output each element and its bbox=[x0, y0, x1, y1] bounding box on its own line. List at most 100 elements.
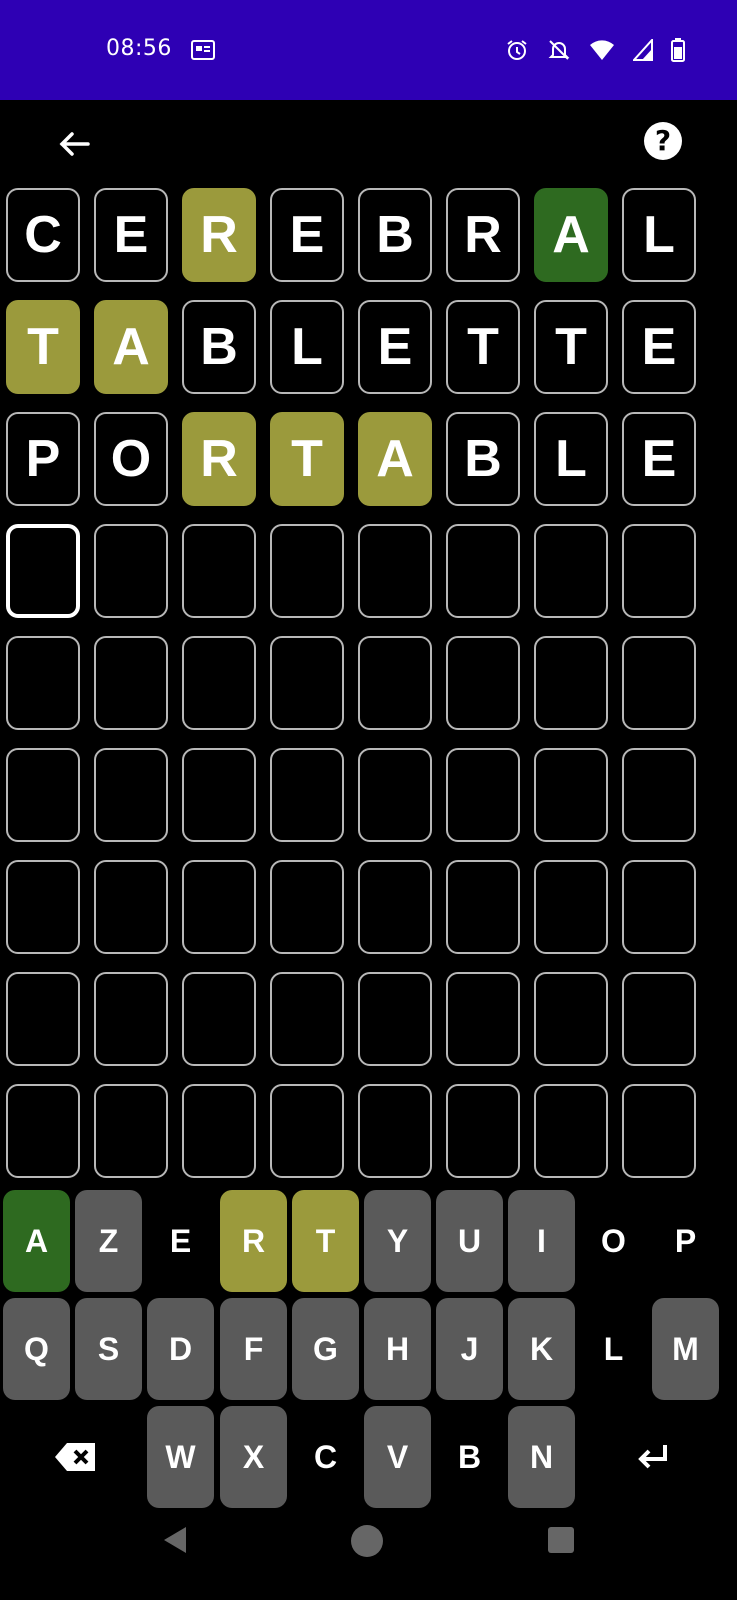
letter-tile: T bbox=[534, 300, 608, 394]
letter-tile bbox=[270, 972, 344, 1066]
letter-tile bbox=[358, 524, 432, 618]
key-y[interactable]: Y bbox=[364, 1190, 431, 1292]
letter-tile bbox=[446, 860, 520, 954]
letter-tile bbox=[182, 748, 256, 842]
letter-tile bbox=[446, 972, 520, 1066]
letter-tile: C bbox=[6, 188, 80, 282]
backspace-icon bbox=[55, 1443, 95, 1471]
letter-tile: T bbox=[6, 300, 80, 394]
key-j[interactable]: J bbox=[436, 1298, 503, 1400]
alarm-icon bbox=[507, 40, 527, 60]
board-row bbox=[6, 860, 696, 956]
letter-tile bbox=[6, 524, 80, 618]
letter-tile: E bbox=[270, 188, 344, 282]
letter-tile bbox=[358, 860, 432, 954]
letter-tile: E bbox=[622, 412, 696, 506]
board-row bbox=[6, 524, 696, 620]
letter-tile: A bbox=[534, 188, 608, 282]
key-z[interactable]: Z bbox=[75, 1190, 142, 1292]
key-x[interactable]: X bbox=[220, 1406, 287, 1508]
letter-tile bbox=[622, 748, 696, 842]
letter-tile bbox=[270, 860, 344, 954]
letter-tile: L bbox=[534, 412, 608, 506]
letter-tile: B bbox=[358, 188, 432, 282]
wifi-icon bbox=[590, 40, 614, 60]
board-row bbox=[6, 748, 696, 844]
key-g[interactable]: G bbox=[292, 1298, 359, 1400]
letter-tile bbox=[358, 636, 432, 730]
key-i[interactable]: I bbox=[508, 1190, 575, 1292]
letter-tile: T bbox=[446, 300, 520, 394]
letter-tile: E bbox=[94, 188, 168, 282]
key-q[interactable]: Q bbox=[3, 1298, 70, 1400]
backspace-key[interactable] bbox=[39, 1406, 111, 1508]
key-k[interactable]: K bbox=[508, 1298, 575, 1400]
key-d[interactable]: D bbox=[147, 1298, 214, 1400]
letter-tile: B bbox=[182, 300, 256, 394]
board-row bbox=[6, 972, 696, 1068]
letter-tile bbox=[94, 748, 168, 842]
nav-recents-icon[interactable] bbox=[546, 1525, 576, 1555]
letter-tile bbox=[358, 1084, 432, 1178]
key-b[interactable]: B bbox=[436, 1406, 503, 1508]
sim-card-icon bbox=[191, 40, 215, 60]
key-m[interactable]: M bbox=[652, 1298, 719, 1400]
letter-tile bbox=[534, 1084, 608, 1178]
key-c[interactable]: C bbox=[292, 1406, 359, 1508]
letter-tile bbox=[534, 860, 608, 954]
letter-tile: T bbox=[270, 412, 344, 506]
letter-tile bbox=[270, 524, 344, 618]
letter-tile: L bbox=[622, 188, 696, 282]
status-time: 08:56 bbox=[106, 36, 172, 61]
key-p[interactable]: P bbox=[652, 1190, 719, 1292]
key-t[interactable]: T bbox=[292, 1190, 359, 1292]
letter-tile bbox=[94, 1084, 168, 1178]
key-n[interactable]: N bbox=[508, 1406, 575, 1508]
status-icons bbox=[505, 38, 685, 62]
letter-tile bbox=[270, 1084, 344, 1178]
letter-tile bbox=[94, 636, 168, 730]
key-e[interactable]: E bbox=[147, 1190, 214, 1292]
letter-tile bbox=[446, 1084, 520, 1178]
letter-tile bbox=[6, 748, 80, 842]
letter-tile bbox=[622, 972, 696, 1066]
letter-tile: A bbox=[358, 412, 432, 506]
letter-tile: L bbox=[270, 300, 344, 394]
letter-tile bbox=[94, 860, 168, 954]
nav-back-icon[interactable] bbox=[160, 1525, 190, 1555]
board-row: PORTABLE bbox=[6, 412, 696, 508]
status-bar: 08:56 bbox=[0, 0, 737, 100]
keyboard-row: WXCVBN bbox=[0, 1406, 737, 1510]
letter-tile: B bbox=[446, 412, 520, 506]
letter-tile bbox=[182, 972, 256, 1066]
board-row bbox=[6, 636, 696, 732]
help-icon: ? bbox=[654, 124, 672, 157]
letter-tile bbox=[446, 636, 520, 730]
key-v[interactable]: V bbox=[364, 1406, 431, 1508]
letter-tile: R bbox=[182, 188, 256, 282]
key-a[interactable]: A bbox=[3, 1190, 70, 1292]
nav-home-icon[interactable] bbox=[349, 1523, 385, 1559]
key-w[interactable]: W bbox=[147, 1406, 214, 1508]
letter-tile bbox=[270, 748, 344, 842]
letter-tile: E bbox=[622, 300, 696, 394]
key-r[interactable]: R bbox=[220, 1190, 287, 1292]
letter-tile: O bbox=[94, 412, 168, 506]
letter-tile bbox=[358, 748, 432, 842]
letter-tile bbox=[182, 636, 256, 730]
letter-tile: P bbox=[6, 412, 80, 506]
letter-tile bbox=[270, 636, 344, 730]
key-f[interactable]: F bbox=[220, 1298, 287, 1400]
key-h[interactable]: H bbox=[364, 1298, 431, 1400]
key-s[interactable]: S bbox=[75, 1298, 142, 1400]
help-button[interactable]: ? bbox=[644, 122, 682, 160]
arrow-left-icon[interactable] bbox=[52, 122, 96, 166]
key-u[interactable]: U bbox=[436, 1190, 503, 1292]
enter-key[interactable] bbox=[617, 1406, 689, 1508]
letter-tile: R bbox=[182, 412, 256, 506]
key-l[interactable]: L bbox=[580, 1298, 647, 1400]
letter-tile bbox=[446, 524, 520, 618]
letter-tile bbox=[6, 860, 80, 954]
letter-tile: A bbox=[94, 300, 168, 394]
key-o[interactable]: O bbox=[580, 1190, 647, 1292]
